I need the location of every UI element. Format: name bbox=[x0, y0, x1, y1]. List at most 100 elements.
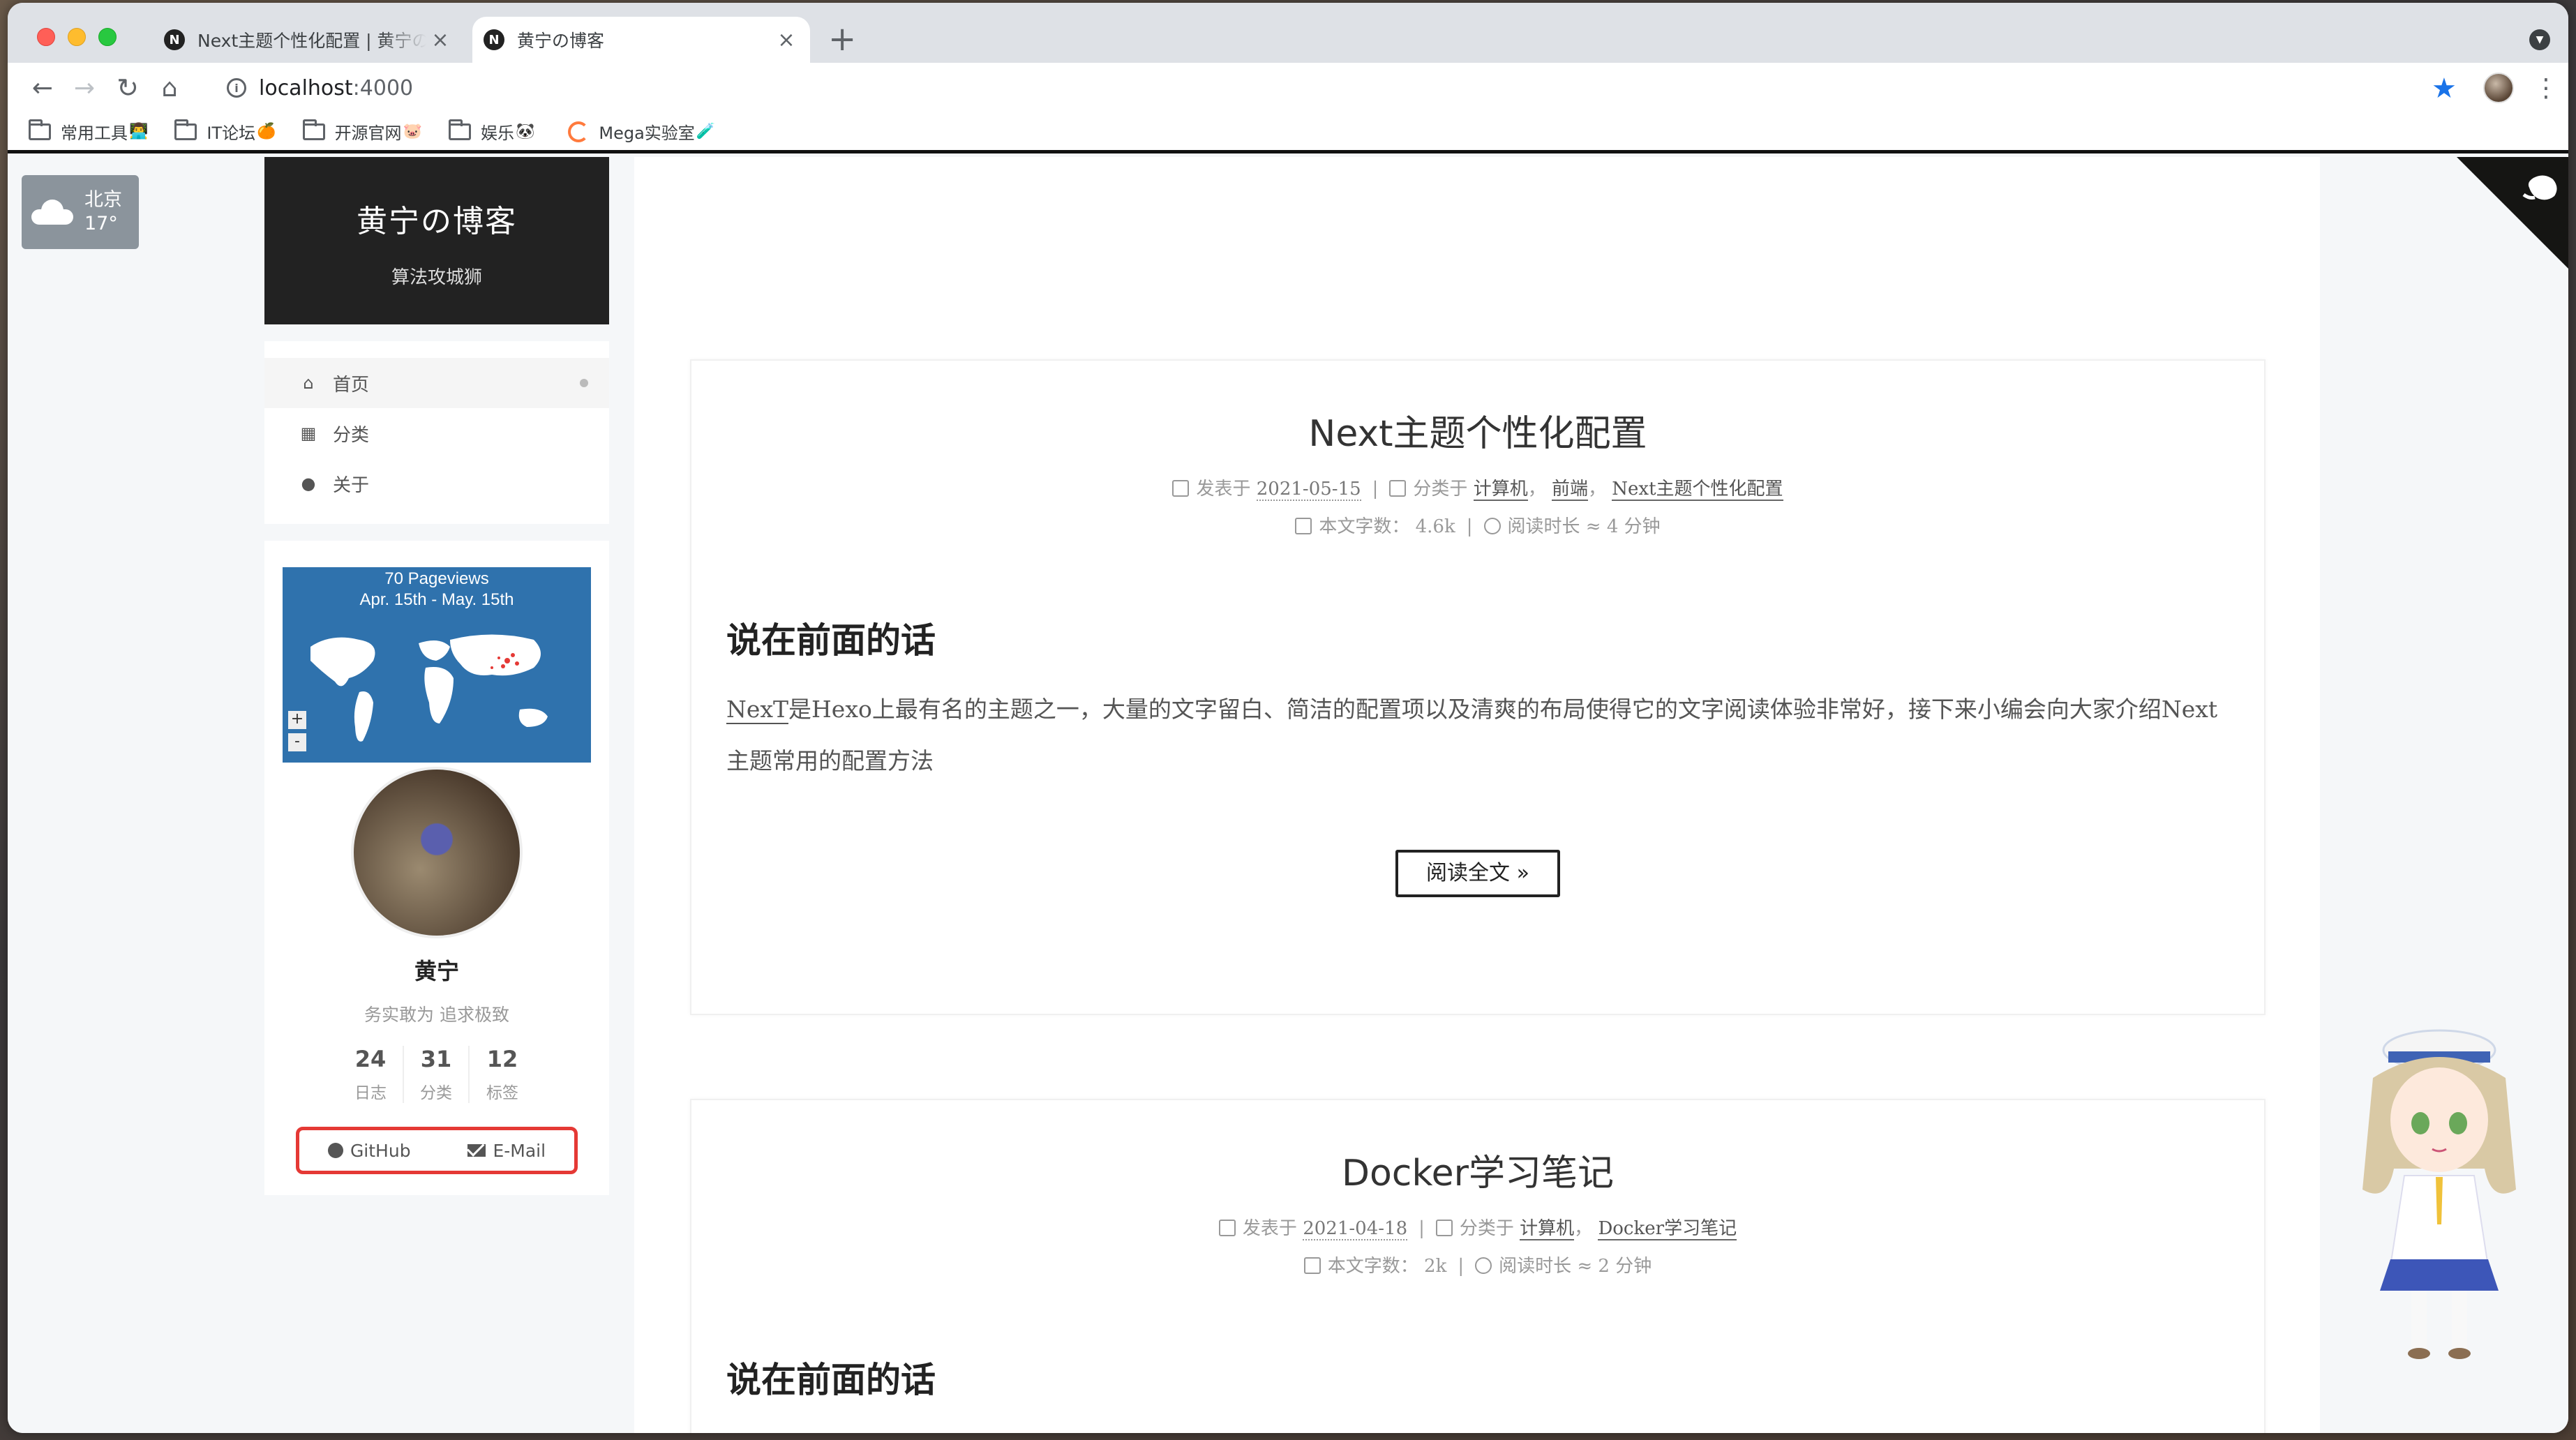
cloud-icon bbox=[31, 200, 73, 225]
post-title[interactable]: Docker学习笔记 bbox=[691, 1100, 2264, 1196]
back-arrow-icon[interactable]: ← bbox=[29, 74, 57, 103]
close-window-button[interactable] bbox=[37, 28, 55, 46]
next-theme-link[interactable]: NexT bbox=[726, 696, 789, 724]
tab-close-icon[interactable]: × bbox=[772, 28, 800, 52]
meta-label: 分类于 bbox=[1413, 479, 1468, 500]
visitor-map[interactable]: 70 Pageviews Apr. 15th - May. 15th + - bbox=[283, 567, 591, 763]
post-title[interactable]: Next主题个性化配置 bbox=[691, 361, 2264, 456]
meta-label: 发表于 bbox=[1196, 479, 1251, 500]
new-tab-button[interactable]: + bbox=[828, 20, 856, 59]
category-link[interactable]: Docker学习笔记 bbox=[1598, 1218, 1737, 1240]
stat-label: 标签 bbox=[486, 1084, 518, 1102]
site-info-icon[interactable]: i bbox=[227, 78, 246, 98]
menu-item-categories[interactable]: ▦ 分类 bbox=[264, 408, 609, 458]
tab-title: Next主题个性化配置 | 黄宁の博客 bbox=[197, 31, 426, 51]
weather-widget[interactable]: 北京 17° bbox=[22, 175, 139, 249]
more-menu-icon[interactable]: ⋮ bbox=[2533, 74, 2559, 103]
folder-icon bbox=[448, 119, 471, 140]
site-title[interactable]: 黄宁の博客 bbox=[264, 196, 609, 241]
folder-icon bbox=[174, 119, 197, 140]
address-bar[interactable]: i localhost:4000 bbox=[206, 70, 2425, 106]
post-meta: 发表于 2021-04-18 | 分类于 计算机， Docker学习笔记 本文字数：… bbox=[691, 1210, 2264, 1285]
bookmark-folder-opensource[interactable]: 开源官网 🐷 bbox=[302, 119, 422, 144]
email-label: E-Mail bbox=[493, 1140, 546, 1161]
calendar-icon bbox=[1172, 480, 1190, 497]
folder-icon bbox=[29, 119, 51, 140]
github-link[interactable]: GitHub bbox=[327, 1141, 411, 1161]
next-favicon-icon: N bbox=[484, 29, 504, 50]
read-more-button[interactable]: 阅读全文 » bbox=[1395, 850, 1560, 897]
github-corner-icon[interactable] bbox=[2457, 157, 2568, 269]
world-map-graphic bbox=[310, 634, 548, 742]
email-link[interactable]: E-Mail bbox=[467, 1141, 546, 1161]
category-link[interactable]: 计算机 bbox=[1520, 1218, 1575, 1240]
bookmark-folder-tools[interactable]: 常用工具 👨‍💻 bbox=[29, 119, 148, 144]
bookmark-folder-entertainment[interactable]: 娱乐 🐼 bbox=[448, 119, 535, 144]
site-brand[interactable]: 黄宁の博客 算法攻城狮 bbox=[264, 157, 609, 324]
bookmark-label: 开源官网 bbox=[334, 123, 402, 143]
user-icon: ● bbox=[301, 474, 316, 493]
category-link[interactable]: 计算机 bbox=[1473, 479, 1528, 501]
menu-item-home[interactable]: ⌂ 首页 bbox=[264, 358, 609, 408]
tab-strip: N Next主题个性化配置 | 黄宁の博客 × N 黄宁の博客 × + ▼ bbox=[8, 3, 2568, 63]
bookmark-folder-forums[interactable]: IT论坛 🍊 bbox=[174, 119, 276, 144]
minimize-window-button[interactable] bbox=[68, 28, 86, 46]
meta-divider: | bbox=[1466, 516, 1473, 537]
site-menu: ⌂ 首页 ▦ 分类 ● 关于 bbox=[264, 341, 609, 524]
url-host: localhost bbox=[259, 75, 353, 100]
reload-icon[interactable]: ↻ bbox=[114, 73, 142, 103]
tab-blog-home[interactable]: N 黄宁の博客 × bbox=[472, 17, 810, 63]
post-date: 2021-04-18 bbox=[1303, 1218, 1408, 1240]
meta-divider: | bbox=[1372, 479, 1379, 500]
browser-toolbar: ← → ↻ ⌂ i localhost:4000 ★ ⋮ bbox=[8, 63, 2568, 113]
map-date-range: Apr. 15th - May. 15th bbox=[359, 590, 514, 609]
weather-text: 北京 17° bbox=[84, 188, 122, 236]
grid-icon: ▦ bbox=[300, 423, 317, 443]
post-meta: 发表于 2021-05-15 | 分类于 计算机， 前端， Next主题个性化配置 … bbox=[691, 470, 2264, 546]
menu-item-label: 分类 bbox=[333, 424, 370, 446]
meta-label: 本文字数： bbox=[1327, 1256, 1418, 1277]
map-zoom-in-button[interactable]: + bbox=[288, 711, 306, 729]
tab-close-icon[interactable]: × bbox=[426, 28, 454, 52]
stat-posts[interactable]: 24 日志 bbox=[338, 1046, 404, 1103]
folder-icon bbox=[302, 119, 325, 140]
map-pageviews: 70 Pageviews bbox=[384, 569, 489, 588]
author-panel: 70 Pageviews Apr. 15th - May. 15th + - 黄… bbox=[264, 541, 609, 1195]
stat-label: 日志 bbox=[354, 1084, 387, 1102]
bookmark-emoji: 🐼 bbox=[515, 123, 535, 140]
bookmarks-bar: 常用工具 👨‍💻 IT论坛 🍊 开源官网 🐷 娱乐 🐼 Mega实验室 🧪 bbox=[8, 113, 2568, 153]
menu-item-about[interactable]: ● 关于 bbox=[264, 458, 609, 509]
bookmark-star-icon[interactable]: ★ bbox=[2432, 73, 2457, 105]
category-link[interactable]: 前端 bbox=[1551, 479, 1588, 501]
bookmark-mega-lab[interactable]: Mega实验室 🧪 bbox=[561, 119, 715, 144]
meta-label: 分类于 bbox=[1459, 1218, 1514, 1239]
page-viewport: 北京 17° 黄宁の博客 算法攻城狮 ⌂ 首页 ▦ 分类 ● 关于 70 Pag… bbox=[8, 157, 2568, 1433]
maximize-window-button[interactable] bbox=[98, 28, 117, 46]
url-text: localhost:4000 bbox=[259, 76, 413, 100]
stat-tags[interactable]: 12 标签 bbox=[470, 1046, 535, 1103]
file-word-icon bbox=[1295, 518, 1312, 534]
word-count: 2k bbox=[1424, 1256, 1447, 1277]
folder-icon bbox=[1435, 1220, 1453, 1236]
active-indicator bbox=[580, 379, 588, 387]
weather-city: 北京 bbox=[84, 189, 122, 211]
sidebar: 黄宁の博客 算法攻城狮 ⌂ 首页 ▦ 分类 ● 关于 70 Pageviews … bbox=[264, 157, 609, 1195]
live2d-mascot[interactable] bbox=[2338, 1015, 2540, 1364]
bookmark-label: 娱乐 bbox=[480, 123, 514, 143]
category-link[interactable]: Next主题个性化配置 bbox=[1612, 479, 1783, 501]
home-icon[interactable]: ⌂ bbox=[156, 74, 184, 103]
forward-arrow-icon[interactable]: → bbox=[70, 74, 98, 103]
menu-item-label: 关于 bbox=[333, 474, 370, 496]
tab-search-icon[interactable]: ▼ bbox=[2529, 29, 2550, 50]
map-zoom-out-button[interactable]: - bbox=[288, 733, 306, 751]
stat-categories[interactable]: 31 分类 bbox=[404, 1046, 470, 1103]
meta-divider: | bbox=[1458, 1256, 1465, 1277]
bookmark-label: 常用工具 bbox=[61, 123, 128, 143]
map-title: 70 Pageviews Apr. 15th - May. 15th bbox=[283, 567, 591, 610]
bookmark-emoji: 🧪 bbox=[696, 123, 716, 140]
tab-next-config[interactable]: N Next主题个性化配置 | 黄宁の博客 × bbox=[153, 17, 464, 63]
profile-avatar[interactable] bbox=[2483, 73, 2514, 103]
site-stats: 24 日志 31 分类 12 标签 bbox=[278, 1046, 595, 1103]
meta-label: 阅读时长 ≈ bbox=[1507, 516, 1601, 537]
home-icon: ⌂ bbox=[303, 373, 314, 393]
